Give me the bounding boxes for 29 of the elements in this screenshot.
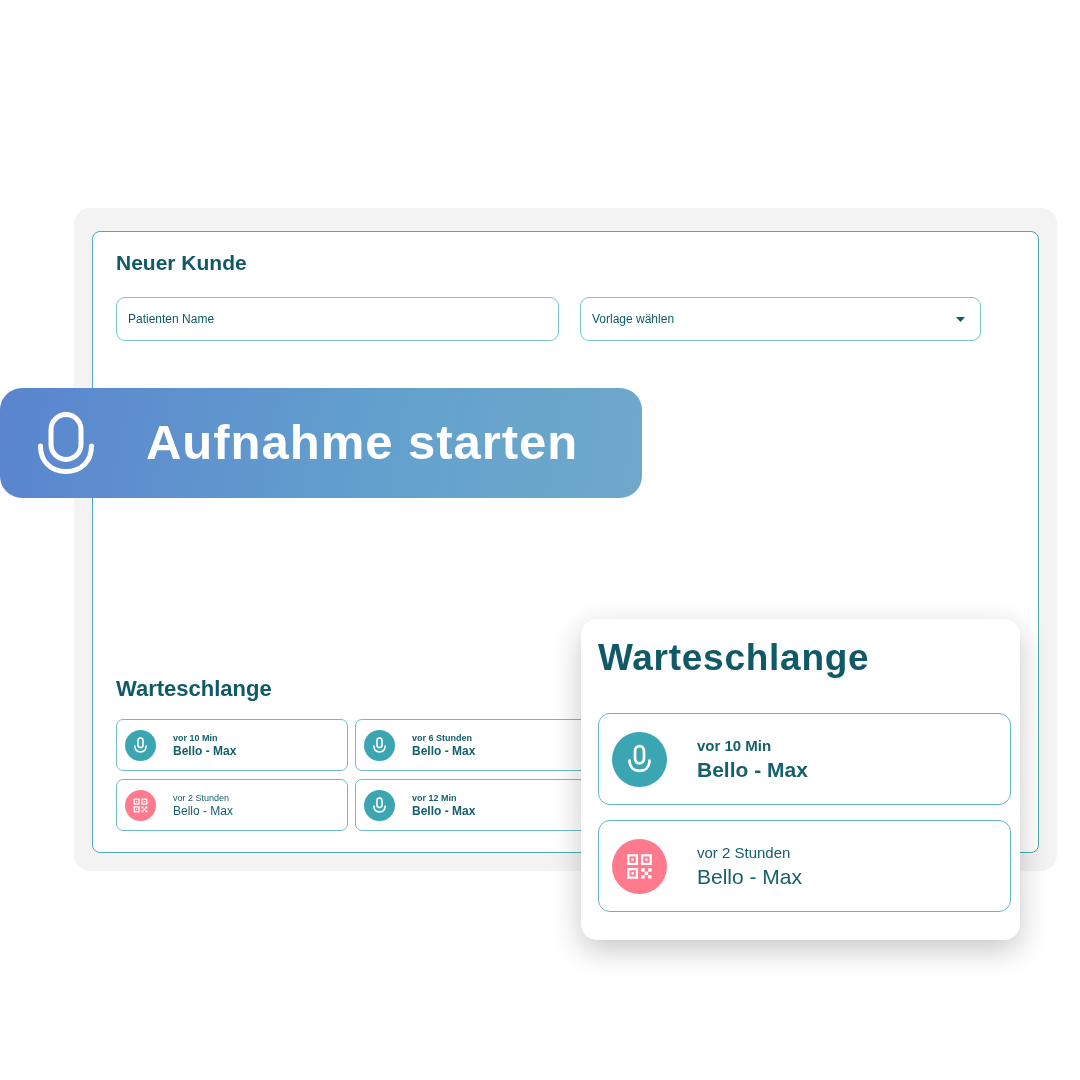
microphone-icon — [364, 729, 395, 761]
time-label: vor 6 Stunden — [412, 731, 473, 744]
queue-item[interactable]: vor 10 Min Bello - Max — [598, 713, 1011, 805]
patient-name: Bello - Max — [697, 756, 808, 783]
patient-name: Bello - Max — [697, 863, 803, 890]
section-title: Warteschlange — [116, 675, 272, 703]
time-label: vor 2 Stunden — [697, 842, 792, 863]
queue-item[interactable]: vor 2 Stunden Bello - Max — [116, 779, 348, 831]
patient-name: Bello - Max — [412, 803, 476, 819]
section-title: Neuer Kunde — [116, 250, 247, 276]
patient-name: Bello - Max — [173, 743, 237, 759]
time-label: vor 10 Min — [173, 731, 219, 744]
microphone-icon — [38, 412, 94, 474]
time-label: vor 12 Min — [412, 791, 458, 804]
patient-name-field[interactable]: Patienten Name — [116, 297, 559, 341]
microphone-icon — [364, 789, 395, 821]
queue-item[interactable]: vor 2 Stunden Bello - Max — [598, 820, 1011, 912]
microphone-icon — [612, 731, 667, 787]
patient-name: Bello - Max — [412, 743, 476, 759]
popup-title: Warteschlange — [598, 636, 870, 680]
qr-code-icon — [125, 789, 156, 821]
patient-name: Bello - Max — [173, 803, 234, 819]
time-label: vor 2 Stunden — [173, 791, 231, 804]
qr-code-icon — [612, 838, 667, 894]
microphone-icon — [125, 729, 156, 761]
queue-item[interactable]: vor 10 Min Bello - Max — [116, 719, 348, 771]
caret-icon — [956, 316, 965, 322]
time-label: vor 10 Min — [697, 735, 773, 756]
template-select[interactable]: Vorlage wählen — [580, 297, 981, 341]
